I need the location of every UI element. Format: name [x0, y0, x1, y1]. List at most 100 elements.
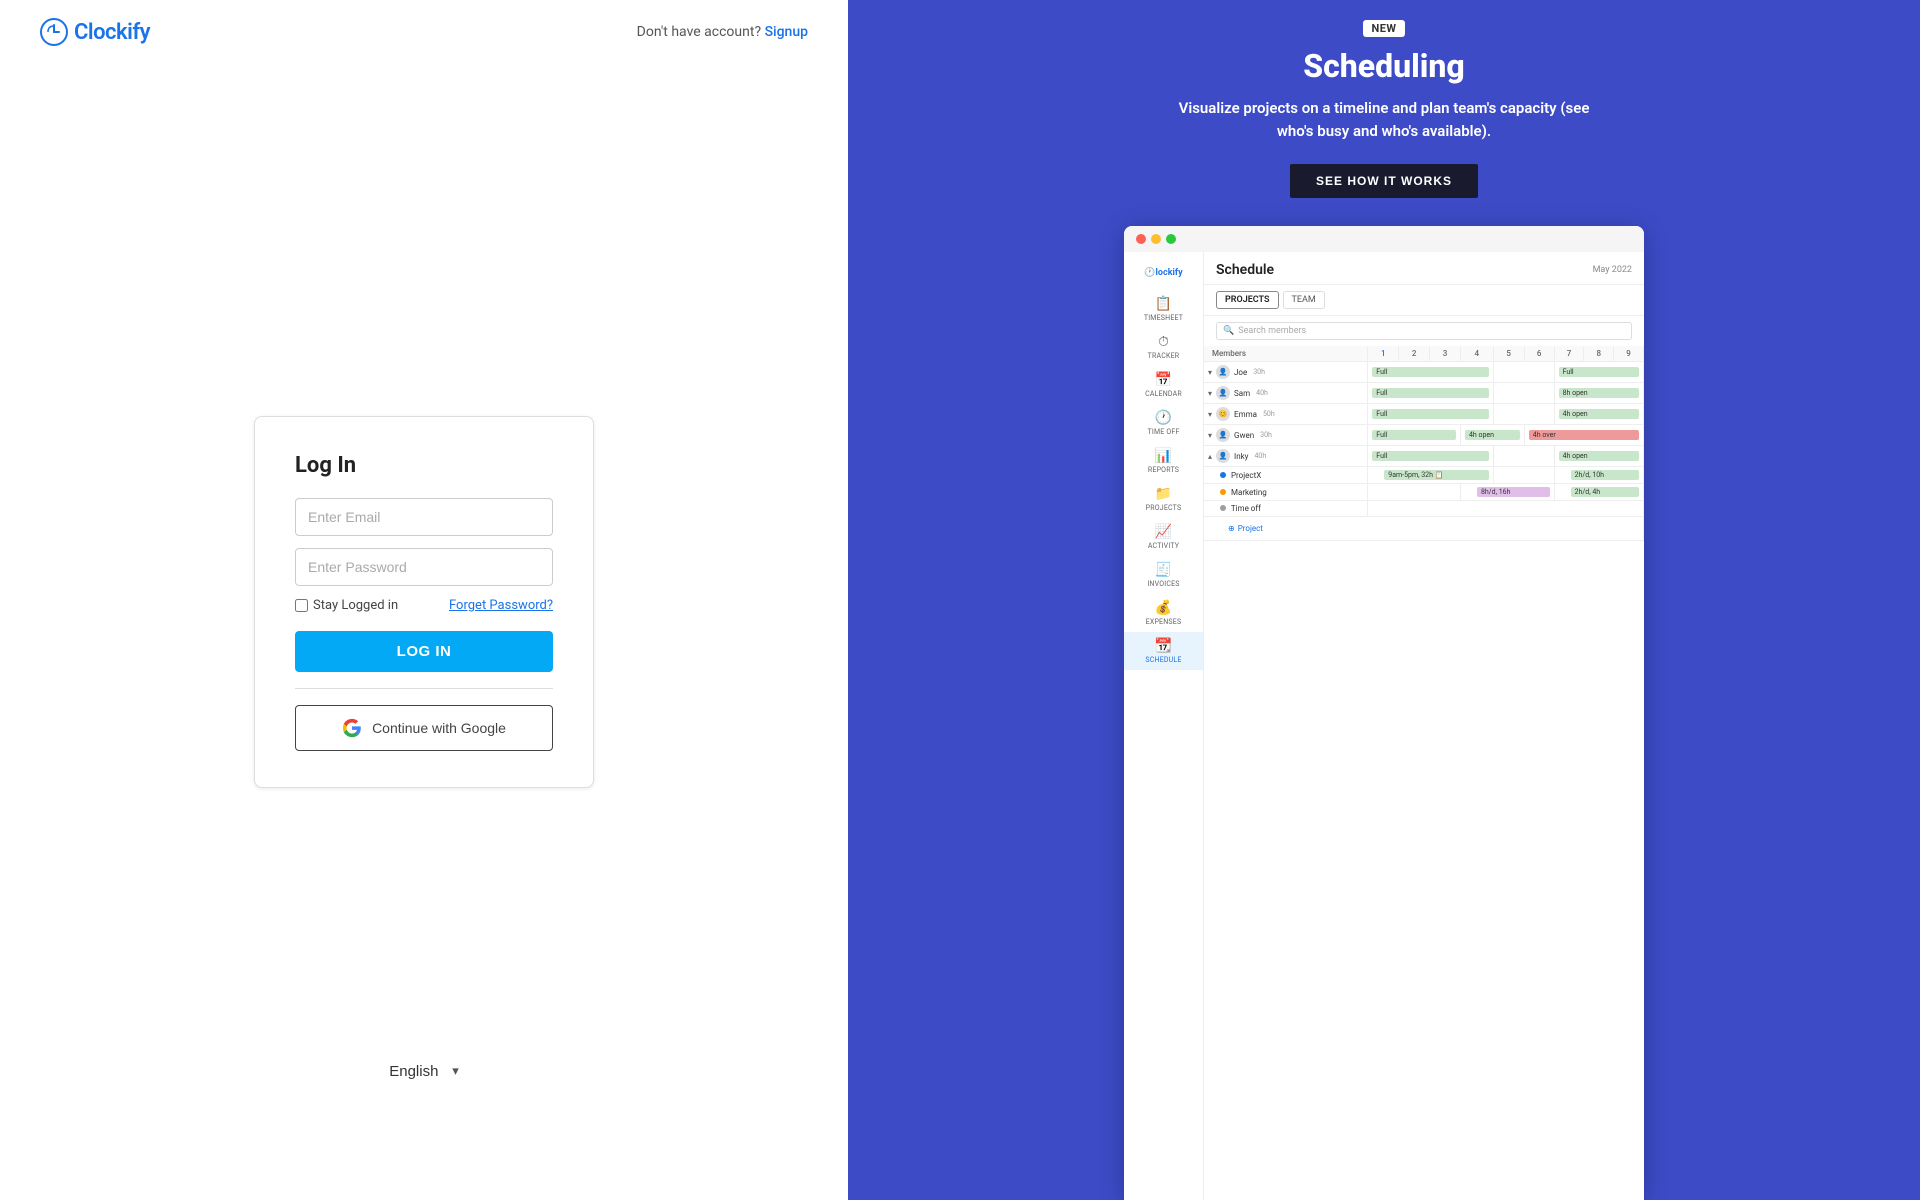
stay-logged-text: Stay Logged in: [313, 598, 398, 613]
add-project-plus-icon: ⊕: [1228, 524, 1235, 533]
sam-extra-bar: 8h open: [1559, 388, 1639, 398]
collapse-icon-gwen[interactable]: ▾: [1208, 431, 1212, 440]
inky-bar-extra: 4h open: [1554, 446, 1643, 467]
member-name-inky: Inky: [1234, 452, 1248, 461]
sidebar-item-invoices[interactable]: 🧾 INVOICES: [1124, 556, 1203, 594]
member-hours-gwen: 30h: [1260, 431, 1272, 439]
sidebar-item-timeoff[interactable]: 🕐 TIME OFF: [1124, 404, 1203, 442]
member-hours-sam: 40h: [1256, 389, 1268, 397]
gwen-bar-open: 4h open: [1460, 425, 1524, 446]
gwen-bar-over: 4h over: [1524, 425, 1643, 446]
language-select[interactable]: English French German Spanish: [389, 1063, 462, 1080]
project-cell-timeoff: Time off: [1204, 501, 1368, 517]
logo[interactable]: Clockify: [40, 18, 150, 46]
preview-date: May 2022: [1593, 265, 1632, 275]
schedule-preview: 🕐lockify 📋 TIMESHEET ⏱ TRACKER 📅 CALENDA…: [1124, 226, 1644, 1200]
sidebar-item-timesheet[interactable]: 📋 TIMESHEET: [1124, 290, 1203, 328]
stay-logged-checkbox[interactable]: [295, 599, 308, 612]
collapse-icon-emma[interactable]: ▾: [1208, 410, 1212, 419]
window-dot-red: [1136, 234, 1146, 244]
forgot-password-link[interactable]: Forget Password?: [449, 598, 553, 613]
col-3: 3: [1430, 346, 1461, 362]
member-name-sam: Sam: [1234, 389, 1250, 398]
collapse-icon-joe[interactable]: ▾: [1208, 368, 1212, 377]
schedule-table: Members 1 2 3 4 5 6 7 8 9: [1204, 346, 1644, 541]
inky-extra-bar: 4h open: [1559, 451, 1639, 461]
col-5: 5: [1493, 346, 1524, 362]
sidebar-item-activity[interactable]: 📈 ACTIVITY: [1124, 518, 1203, 556]
sidebar-item-expenses[interactable]: 💰 EXPENSES: [1124, 594, 1203, 632]
member-cell-joe: ▾ 👤 Joe 30h: [1204, 362, 1368, 383]
joe-bar-extra: Full: [1554, 362, 1643, 383]
emma-extra-bar: 4h open: [1559, 409, 1639, 419]
sam-bar-extra: 8h open: [1554, 383, 1643, 404]
tab-team[interactable]: TEAM: [1283, 291, 1325, 309]
marketing-schedule-bar: 8h/d, 16h: [1477, 487, 1550, 497]
divider: [295, 688, 553, 689]
signup-link[interactable]: Signup: [765, 24, 808, 40]
projectx-name: ProjectX: [1231, 471, 1261, 480]
email-input[interactable]: [295, 498, 553, 536]
member-cell-inky: ▴ 👤 Inky 40h: [1204, 446, 1368, 467]
marketing-name: Marketing: [1231, 488, 1267, 497]
col-9: 9: [1614, 346, 1644, 362]
member-hours-joe: 30h: [1253, 368, 1265, 376]
tab-projects[interactable]: PROJECTS: [1216, 291, 1279, 309]
gwen-open-bar: 4h open: [1465, 430, 1520, 440]
nav-prompt: Don't have account?: [637, 24, 761, 40]
tracker-label: TRACKER: [1148, 352, 1180, 360]
sidebar-item-calendar[interactable]: 📅 CALENDAR: [1124, 366, 1203, 404]
project-cell-marketing: Marketing: [1204, 484, 1368, 501]
col-2: 2: [1399, 346, 1430, 362]
table-row-timeoff: Time off: [1204, 501, 1644, 517]
collapse-icon-sam[interactable]: ▾: [1208, 389, 1212, 398]
projectx-extra-bar: 2h/d, 10h: [1571, 470, 1639, 480]
preview-sidebar-logo: 🕐lockify: [1124, 262, 1203, 290]
language-selector[interactable]: English French German Spanish ▾: [389, 1063, 459, 1080]
marketing-extra-bar: 2h/d, 4h: [1571, 487, 1639, 497]
stay-logged-label[interactable]: Stay Logged in: [295, 598, 398, 613]
logo-icon: [40, 18, 68, 46]
table-row-add-project: ⊕ Project: [1204, 517, 1644, 541]
inky-schedule-bar: Full: [1372, 451, 1488, 461]
marketing-empty-1: [1368, 484, 1461, 501]
reports-icon: 📊: [1155, 448, 1172, 464]
invoices-label: INVOICES: [1147, 580, 1179, 588]
search-icon: 🔍: [1223, 326, 1234, 336]
login-area: Log In Stay Logged in Forget Password? L…: [0, 64, 848, 1200]
timeoff-empty: [1368, 501, 1644, 517]
avatar-emma: 😊: [1216, 407, 1230, 421]
sidebar-item-projects[interactable]: 📁 PROJECTS: [1124, 480, 1203, 518]
form-options-row: Stay Logged in Forget Password?: [295, 598, 553, 613]
member-cell-sam: ▾ 👤 Sam 40h: [1204, 383, 1368, 404]
add-project-cell[interactable]: ⊕ Project: [1204, 517, 1644, 541]
google-signin-button[interactable]: Continue with Google: [295, 705, 553, 751]
avatar-sam: 👤: [1216, 386, 1230, 400]
password-input[interactable]: [295, 548, 553, 586]
see-how-button[interactable]: SEE HOW IT WORKS: [1290, 164, 1478, 198]
right-panel: NEW Scheduling Visualize projects on a t…: [848, 0, 1920, 1200]
member-name-gwen: Gwen: [1234, 431, 1254, 440]
table-row-emma: ▾ 😊 Emma 50h Full 4h: [1204, 404, 1644, 425]
sidebar-item-tracker[interactable]: ⏱ TRACKER: [1124, 328, 1203, 366]
schedule-label: SCHEDULE: [1145, 656, 1181, 664]
sam-schedule-bar: Full: [1372, 388, 1488, 398]
preview-header: Schedule May 2022: [1204, 252, 1644, 285]
sidebar-item-reports[interactable]: 📊 REPORTS: [1124, 442, 1203, 480]
col-1: 1: [1368, 346, 1399, 362]
preview-logo-text: 🕐lockify: [1144, 268, 1182, 278]
table-row-joe: ▾ 👤 Joe 30h Full Full: [1204, 362, 1644, 383]
add-project-button[interactable]: ⊕ Project: [1220, 520, 1639, 537]
search-placeholder-text: Search members: [1238, 326, 1306, 336]
preview-body: 🕐lockify 📋 TIMESHEET ⏱ TRACKER 📅 CALENDA…: [1124, 252, 1644, 1200]
member-hours-emma: 50h: [1263, 410, 1275, 418]
table-row-projectx: ProjectX 9am-5pm, 32h 📋 2h/d, 10h: [1204, 467, 1644, 484]
login-button[interactable]: LOG IN: [295, 631, 553, 672]
sidebar-item-schedule[interactable]: 📆 SCHEDULE: [1124, 632, 1203, 670]
google-btn-text: Continue with Google: [372, 720, 506, 736]
timesheet-label: TIMESHEET: [1144, 314, 1183, 322]
member-hours-inky: 40h: [1254, 452, 1266, 460]
emma-schedule-bar: Full: [1372, 409, 1488, 419]
preview-search[interactable]: 🔍 Search members: [1216, 322, 1632, 340]
collapse-icon-inky[interactable]: ▴: [1208, 452, 1212, 461]
